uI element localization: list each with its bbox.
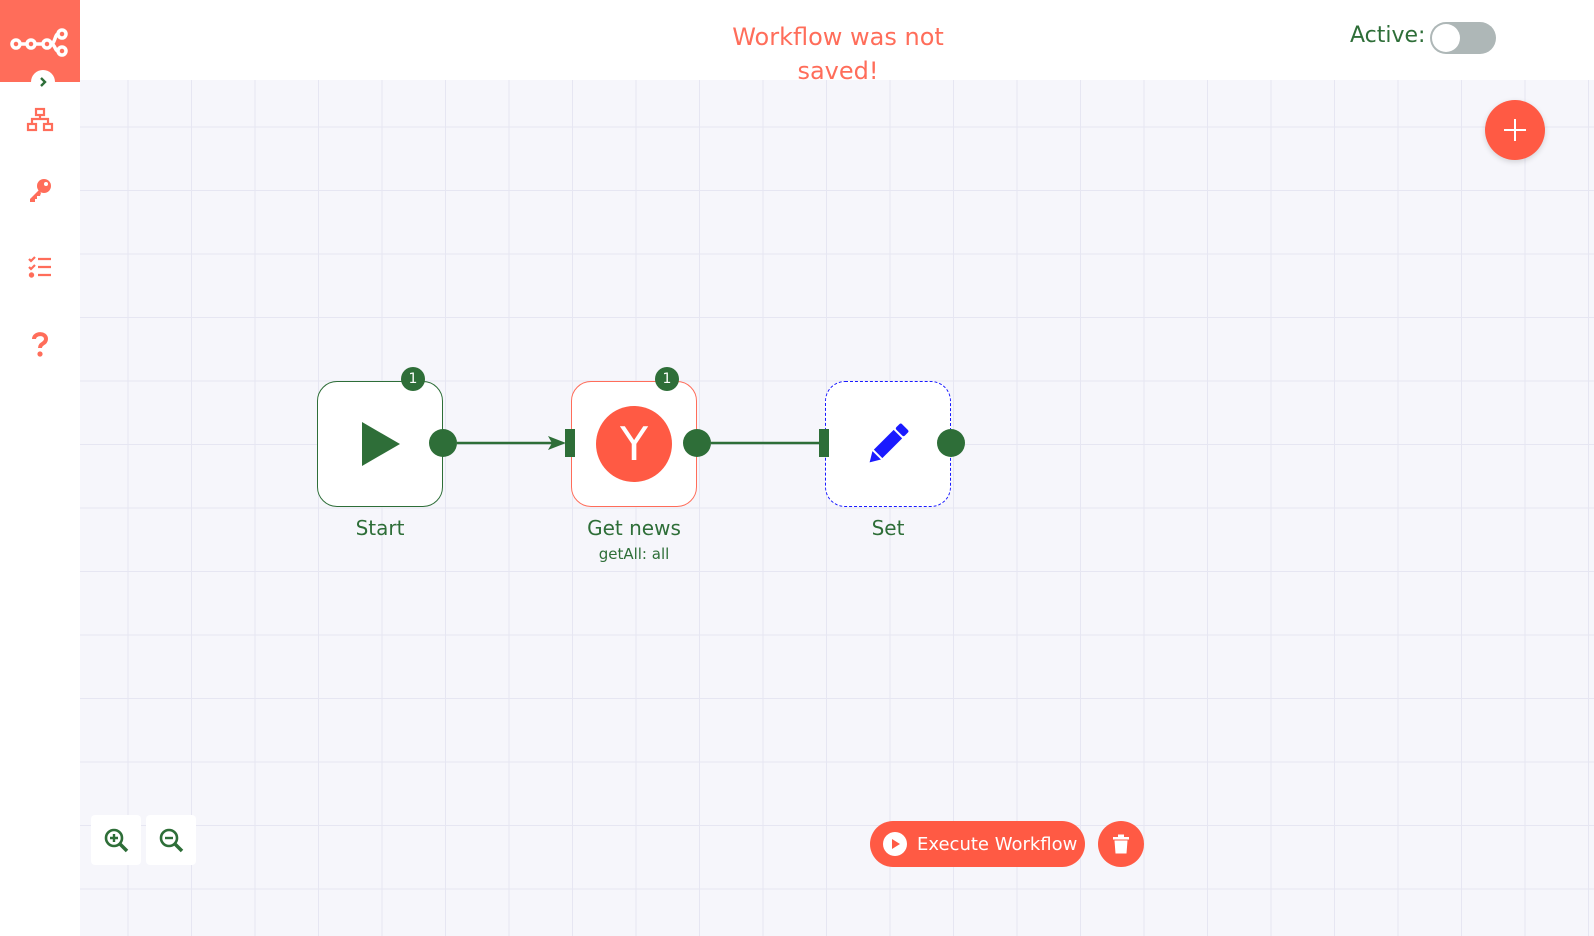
active-toggle[interactable]	[1430, 22, 1496, 54]
play-icon	[362, 422, 400, 466]
trash-icon	[1113, 834, 1129, 854]
node-start-item-count-badge: 1	[401, 367, 425, 391]
pencil-icon	[869, 423, 909, 463]
node-get-news-input-port[interactable]	[565, 429, 575, 457]
execute-workflow-button[interactable]: Execute Workflow	[870, 821, 1085, 867]
sidebar	[0, 0, 80, 936]
hacker-news-y-icon: Y	[596, 406, 672, 482]
node-get-news-subtitle: getAll: all	[598, 545, 670, 563]
node-get-news[interactable]: Y	[571, 381, 697, 507]
sidebar-expand-button[interactable]	[31, 70, 55, 94]
zoom-in-button[interactable]	[91, 815, 141, 865]
sidebar-item-help[interactable]	[24, 328, 56, 360]
active-label: Active:	[1350, 23, 1426, 48]
node-get-news-label: Get news	[587, 516, 681, 540]
header-bar: Workflow was not saved! Active:	[80, 0, 1594, 85]
node-get-news-output-port[interactable]	[683, 429, 711, 457]
sidebar-item-credentials[interactable]	[24, 174, 56, 206]
node-start-output-port[interactable]	[429, 429, 457, 457]
node-set-label: Set	[871, 516, 905, 540]
toggle-knob	[1432, 24, 1460, 52]
key-icon	[30, 179, 51, 202]
delete-workflow-button[interactable]	[1098, 821, 1144, 867]
execute-workflow-label: Execute Workflow	[917, 833, 1078, 855]
question-icon	[32, 332, 49, 357]
zoom-in-icon	[104, 828, 129, 853]
sidebar-item-executions[interactable]	[24, 251, 56, 283]
node-set-output-port[interactable]	[937, 429, 965, 457]
chevron-right-icon	[40, 77, 47, 87]
svg-text:Y: Y	[619, 417, 649, 471]
sitemap-icon	[26, 107, 54, 132]
logo-icon	[10, 28, 68, 57]
node-set-input-port[interactable]	[819, 429, 829, 457]
sidebar-item-workflows[interactable]	[24, 104, 56, 136]
node-start[interactable]	[317, 381, 443, 507]
unsaved-warning: Workflow was not saved!	[732, 23, 944, 85]
plus-icon	[1504, 119, 1526, 141]
zoom-out-button[interactable]	[146, 815, 196, 865]
tasks-list-icon	[28, 256, 51, 278]
add-node-button[interactable]	[1485, 100, 1545, 160]
zoom-out-icon	[159, 828, 184, 853]
node-start-label: Start	[355, 516, 405, 540]
node-get-news-item-count-badge: 1	[655, 367, 679, 391]
play-circle-icon	[883, 832, 907, 856]
node-connections	[457, 436, 819, 450]
node-set[interactable]	[825, 381, 951, 507]
